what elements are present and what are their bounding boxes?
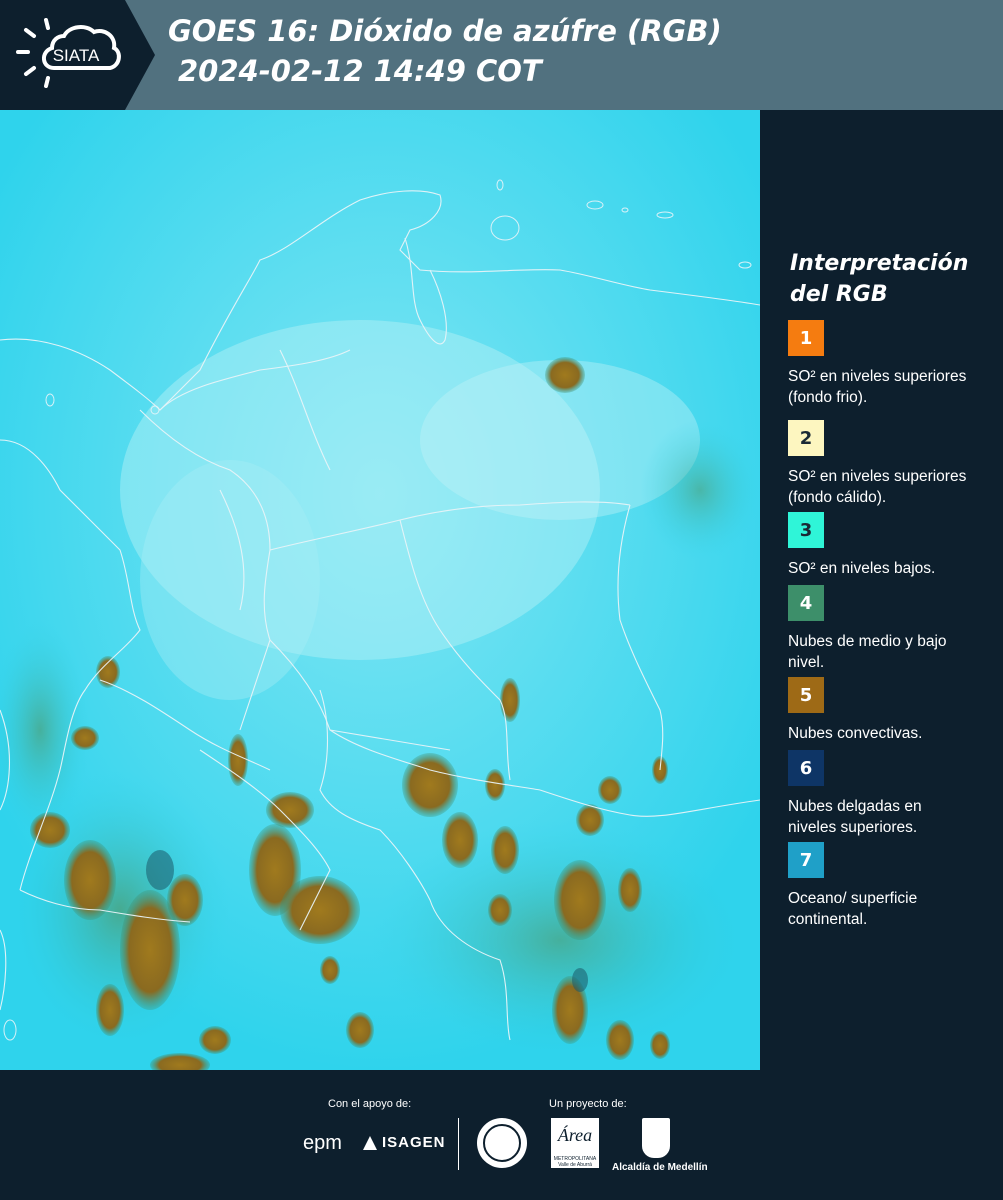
legend-description: SO² en niveles superiores (fondo frio). <box>788 368 967 406</box>
header-bar: SIATA GOES 16: Dióxido de azúfre (RGB) 2… <box>0 0 1003 110</box>
legend-description: SO² en niveles superiores (fondo cálido)… <box>788 468 967 506</box>
siata-sun-icon: SIATA <box>16 18 121 88</box>
legend-title: Interpretación del RGB <box>790 251 969 307</box>
legend-panel: Interpretación del RGB 1 SO² en niveles s… <box>760 110 1003 1070</box>
project-label: Un proyecto de: <box>549 1098 627 1110</box>
isagen-label: ISAGEN <box>382 1134 446 1151</box>
area-metropolitana-subtitle: METROPOLITANA Valle de Aburrá <box>553 1156 597 1168</box>
legend-swatch: 4 <box>788 585 824 621</box>
legend-item: 2 SO² en niveles superiores (fondo cálido… <box>788 420 998 508</box>
medellin-crest-icon <box>642 1118 670 1158</box>
area-metropolitana-name: Área <box>557 1125 593 1145</box>
legend-item: 5 Nubes convectivas. <box>788 677 998 744</box>
support-label: Con el apoyo de: <box>328 1098 412 1110</box>
isagen-mark-icon <box>363 1135 377 1150</box>
legend-description: Nubes de medio y bajo nivel. <box>788 633 947 671</box>
legend-swatch: 2 <box>788 420 824 456</box>
epm-logo: epm <box>303 1132 342 1154</box>
legend-description: SO² en niveles bajos. <box>788 560 936 577</box>
footer-bar: Con el apoyo de: Un proyecto de: epm ISA… <box>0 1070 1003 1200</box>
legend-item: 7 Oceano/ superficie continental. <box>788 842 998 930</box>
footer-divider <box>458 1118 459 1170</box>
satellite-map <box>0 110 760 1070</box>
legend-swatch: 7 <box>788 842 824 878</box>
medellin-seal-icon <box>477 1118 527 1168</box>
legend-swatch: 1 <box>788 320 824 356</box>
alcaldia-label: Alcaldía de Medellín <box>612 1162 708 1173</box>
legend-item: 6 Nubes delgadas en niveles superiores. <box>788 750 998 838</box>
legend-item: 1 SO² en niveles superiores (fondo frio). <box>788 320 998 408</box>
legend-item: 4 Nubes de medio y bajo nivel. <box>788 585 998 673</box>
svg-text:SIATA: SIATA <box>53 46 100 65</box>
map-timestamp: 2024-02-12 14:49 COT <box>178 54 542 88</box>
legend-description: Nubes convectivas. <box>788 725 923 742</box>
siata-logo: SIATA <box>0 0 155 110</box>
isagen-logo: ISAGEN <box>362 1134 446 1151</box>
legend-swatch: 5 <box>788 677 824 713</box>
legend-swatch: 3 <box>788 512 824 548</box>
legend-description: Nubes delgadas en niveles superiores. <box>788 798 922 836</box>
legend-swatch: 6 <box>788 750 824 786</box>
legend-item: 3 SO² en niveles bajos. <box>788 512 998 579</box>
satellite-image <box>0 110 760 1070</box>
legend-description: Oceano/ superficie continental. <box>788 890 918 928</box>
map-title: GOES 16: Dióxido de azúfre (RGB) <box>168 14 722 48</box>
